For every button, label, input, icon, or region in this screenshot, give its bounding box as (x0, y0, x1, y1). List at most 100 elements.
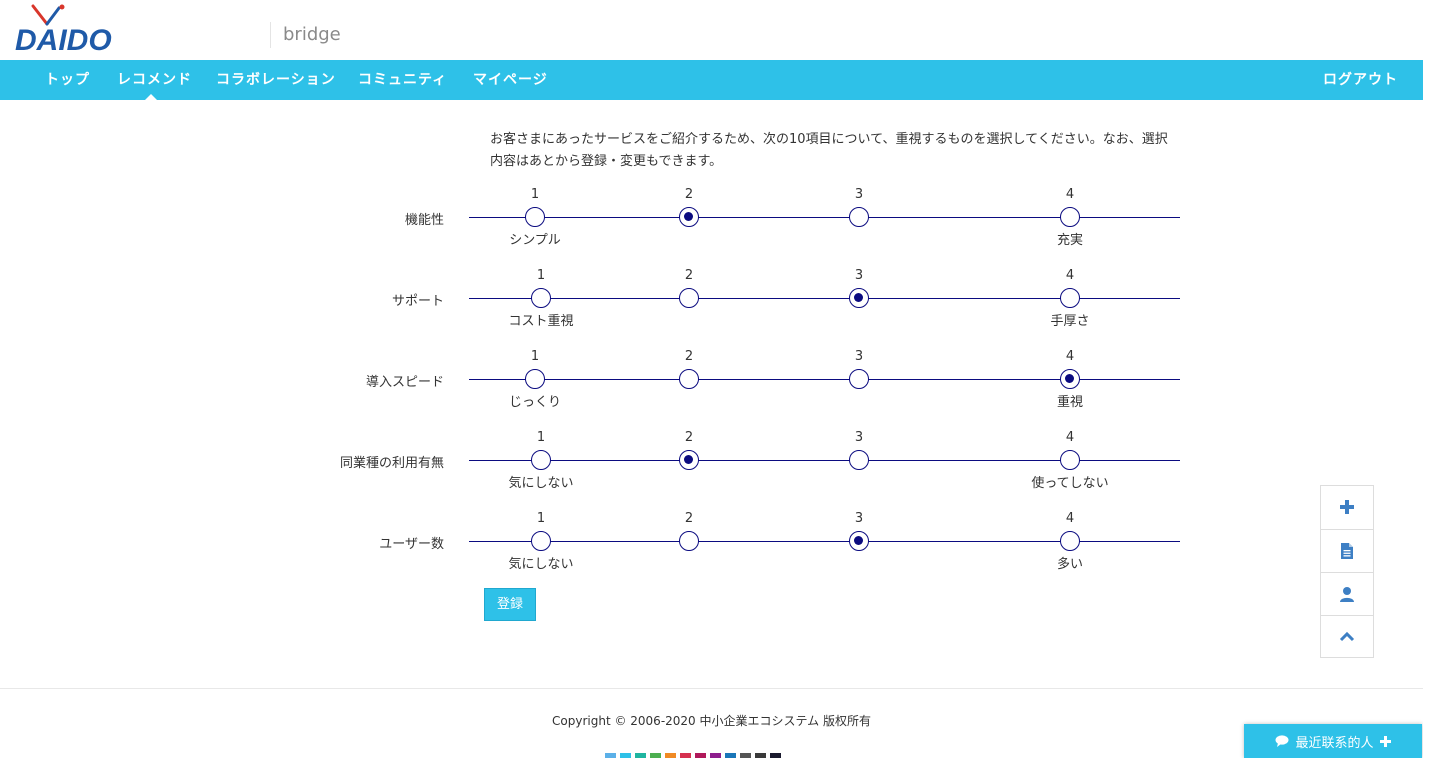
scale-right-caption: 多い (1056, 557, 1083, 572)
scale-number: 4 (1065, 511, 1075, 526)
scale-row: 同業種の利用有無 1 2 3 4 気にしない 使ってしない (0, 430, 1200, 494)
color-swatch[interactable] (740, 753, 751, 758)
scale-row-label: 機能性 (404, 213, 444, 228)
scroll-top-button[interactable] (1321, 615, 1373, 657)
plus-icon (1379, 735, 1391, 747)
add-button[interactable] (1321, 486, 1373, 528)
scale-number: 4 (1065, 187, 1075, 202)
scale-radio-1[interactable] (525, 369, 545, 389)
scale-radio-2[interactable] (679, 369, 699, 389)
main-nav: トップ レコメンド コラボレーション コミュニティ マイページ ログアウト (0, 60, 1423, 100)
scale-number: 3 (854, 511, 864, 526)
scale-left-caption: じっくり (508, 395, 561, 410)
color-swatch[interactable] (680, 753, 691, 758)
color-swatch[interactable] (620, 753, 631, 758)
scale-number: 2 (684, 187, 694, 202)
logout-link[interactable]: ログアウト (1323, 60, 1398, 100)
scale-radio-3[interactable] (849, 369, 869, 389)
active-nav-indicator (145, 94, 157, 100)
scale-radio-4[interactable] (1060, 450, 1080, 470)
chevron-up-icon (1339, 631, 1355, 641)
scale-radio-4[interactable] (1060, 207, 1080, 227)
scale-left-caption: 気にしない (508, 476, 574, 491)
color-swatch[interactable] (725, 753, 736, 758)
site-name: bridge (283, 24, 341, 45)
document-button[interactable] (1321, 529, 1373, 571)
color-swatch[interactable] (605, 753, 616, 758)
scale-number: 2 (684, 430, 694, 445)
color-swatch[interactable] (755, 753, 766, 758)
scale-number: 4 (1065, 349, 1075, 364)
scale-row: サポート 1 2 3 4 コスト重視 手厚さ (0, 268, 1200, 332)
scale-number: 3 (854, 349, 864, 364)
scale-left-caption: 気にしない (508, 557, 574, 572)
nav-item-mypage[interactable]: マイページ (473, 60, 548, 100)
scale-number: 1 (530, 349, 540, 364)
chat-bubble-icon (1275, 735, 1289, 747)
color-swatch[interactable] (770, 753, 781, 758)
color-swatch[interactable] (695, 753, 706, 758)
logo[interactable]: DAIDO (15, 4, 117, 57)
copyright-text: Copyright © 2006-2020 中小企業エコシステム 版权所有 (552, 714, 871, 728)
scale-number: 2 (684, 511, 694, 526)
color-swatch[interactable] (650, 753, 661, 758)
scale-radio-1[interactable] (531, 531, 551, 551)
logo-text: DAIDO (15, 24, 112, 57)
scale-number: 4 (1065, 268, 1075, 283)
scale-number: 3 (854, 187, 864, 202)
scale-radio-3[interactable] (849, 531, 869, 551)
scale-number: 3 (854, 430, 864, 445)
scale-radio-1[interactable] (531, 288, 551, 308)
scale-radio-3[interactable] (849, 207, 869, 227)
scale-radio-2[interactable] (679, 207, 699, 227)
intro-text: お客さまにあったサービスをご紹介するため、次の10項目について、重視するものを選… (490, 132, 1168, 169)
scale-row: 機能性 1 2 3 4 シンプル 充実 (0, 187, 1200, 251)
scale-row: ユーザー数 1 2 3 4 気にしない 多い (0, 511, 1200, 575)
scale-number: 3 (854, 268, 864, 283)
scale-row-label: 導入スピード (365, 375, 444, 390)
scale-left-caption: コスト重視 (508, 314, 574, 329)
scale-row-label: 同業種の利用有無 (339, 456, 444, 471)
scale-right-caption: 重視 (1056, 395, 1083, 410)
recent-contacts-label: 最近联系的人 (1295, 735, 1374, 751)
scale-radio-1[interactable] (531, 450, 551, 470)
scale-radio-4[interactable] (1060, 369, 1080, 389)
scale-right-caption: 手厚さ (1050, 314, 1090, 329)
floating-toolbar (1320, 485, 1374, 658)
scale-number: 2 (684, 268, 694, 283)
scale-number: 1 (536, 430, 546, 445)
color-swatch[interactable] (710, 753, 721, 758)
recent-contacts-button[interactable]: 最近联系的人 (1244, 724, 1422, 758)
document-icon (1341, 542, 1353, 559)
scale-right-caption: 充実 (1056, 233, 1083, 248)
scale-number: 4 (1065, 430, 1075, 445)
scale-left-caption: シンプル (509, 233, 561, 248)
nav-item-community[interactable]: コミュニティ (358, 60, 447, 100)
register-button[interactable]: 登録 (484, 588, 536, 621)
scale-number: 2 (684, 349, 694, 364)
header-divider (270, 22, 271, 48)
nav-item-collaboration[interactable]: コラボレーション (216, 60, 336, 100)
page-scrollbar[interactable] (1423, 0, 1440, 758)
color-swatch[interactable] (665, 753, 676, 758)
scale-radio-2[interactable] (679, 531, 699, 551)
scale-right-caption: 使ってしない (1031, 476, 1109, 491)
scale-radio-3[interactable] (849, 450, 869, 470)
scale-radio-2[interactable] (679, 288, 699, 308)
scale-number: 1 (536, 268, 546, 283)
scale-radio-4[interactable] (1060, 288, 1080, 308)
scale-radio-3[interactable] (849, 288, 869, 308)
scale-radio-1[interactable] (525, 207, 545, 227)
scale-number: 1 (536, 511, 546, 526)
scale-number: 1 (530, 187, 540, 202)
theme-color-swatches (605, 753, 781, 758)
scale-row-label: サポート (391, 294, 444, 309)
color-swatch[interactable] (635, 753, 646, 758)
user-icon (1340, 586, 1354, 602)
nav-item-top[interactable]: トップ (45, 60, 90, 100)
scale-radio-4[interactable] (1060, 531, 1080, 551)
header: DAIDO bridge (0, 0, 1423, 60)
user-button[interactable] (1321, 572, 1373, 614)
scale-row: 導入スピード 1 2 3 4 じっくり 重視 (0, 349, 1200, 413)
scale-radio-2[interactable] (679, 450, 699, 470)
